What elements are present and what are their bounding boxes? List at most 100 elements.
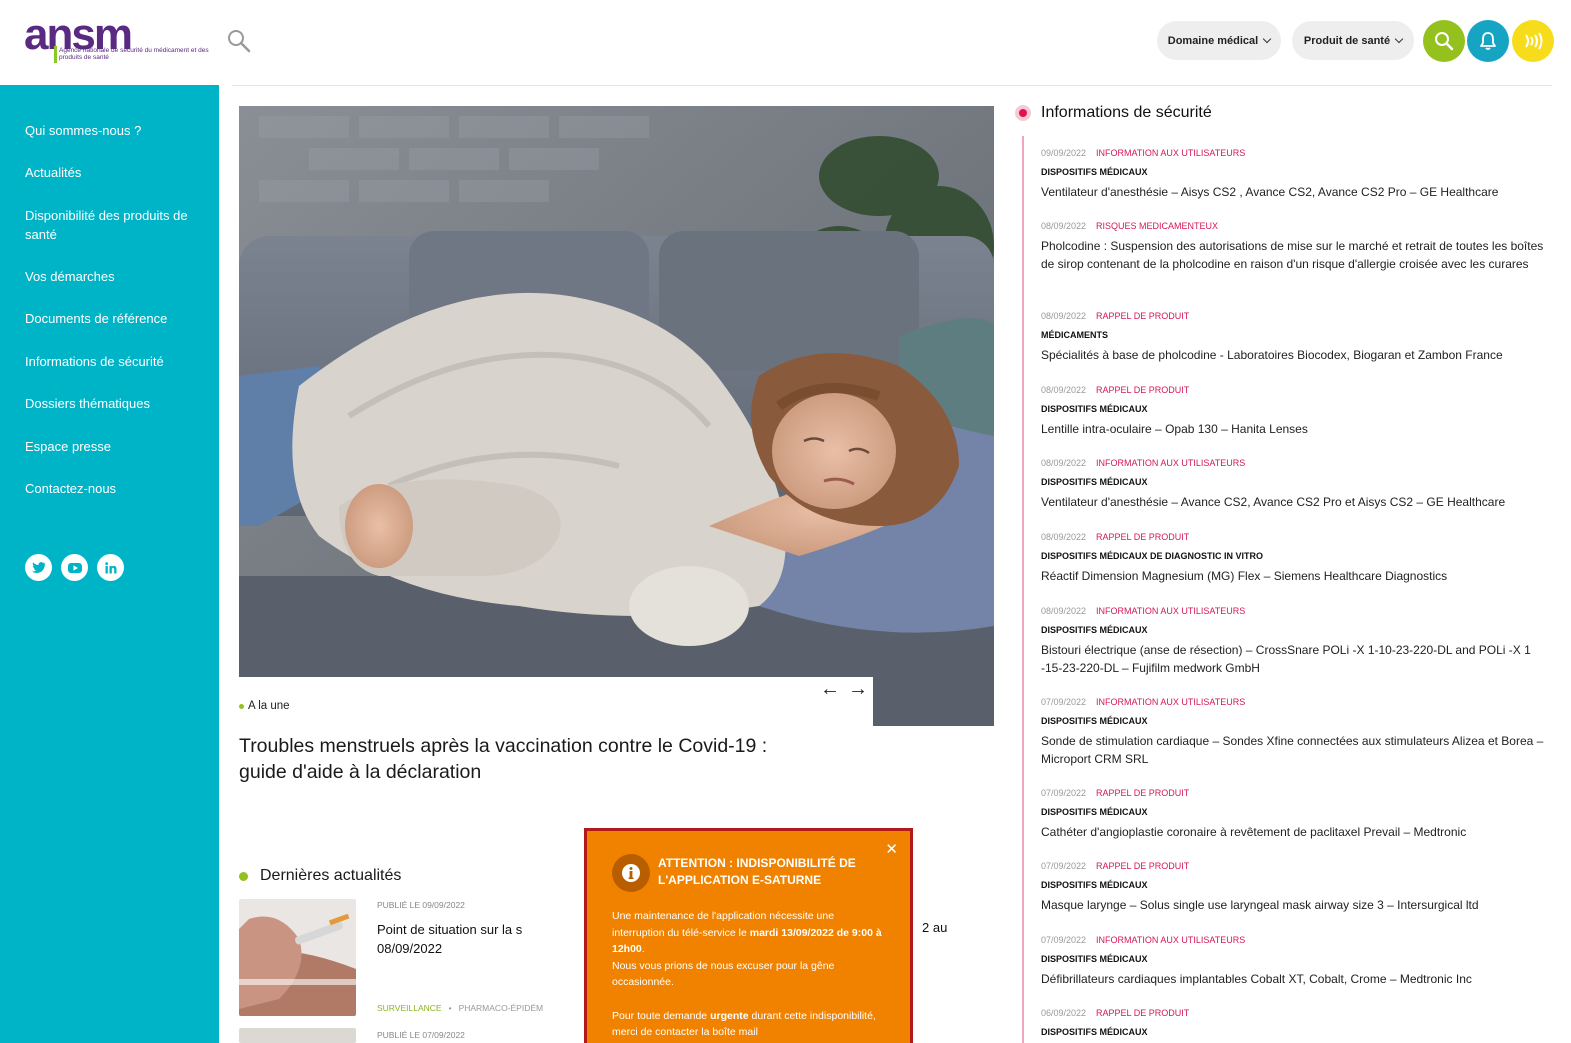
- news-tag-surveillance[interactable]: Surveillance: [377, 1003, 442, 1013]
- security-title[interactable]: Réactif Dimension Magnesium (MG) Flex – …: [1041, 568, 1551, 586]
- security-title[interactable]: Lentille intra-oculaire – Opab 130 – Han…: [1041, 421, 1551, 439]
- security-category[interactable]: Rappel de produit: [1096, 860, 1189, 872]
- search-button[interactable]: [1423, 20, 1465, 62]
- security-category[interactable]: Information aux utilisateurs: [1096, 457, 1245, 469]
- search-icon: [1435, 32, 1454, 51]
- security-item[interactable]: 08/09/2022 Information aux utilisateurs D…: [1041, 457, 1551, 512]
- security-domain: Dispositifs médicaux de diagnostic in vi…: [1041, 551, 1264, 561]
- security-category[interactable]: Rappel de produit: [1096, 310, 1189, 322]
- security-domain: Dispositifs médicaux: [1041, 477, 1148, 487]
- alert-paragraph-2: Nous vous prions de nous excuser pour la…: [612, 959, 835, 989]
- security-category[interactable]: Rappel de produit: [1096, 787, 1189, 799]
- security-item[interactable]: 06/09/2022 Rappel de produit Dispositifs …: [1041, 1007, 1551, 1038]
- sidebar-item-dossiers[interactable]: Dossiers thématiques: [25, 394, 205, 413]
- news-thumbnail[interactable]: [239, 899, 356, 1016]
- linkedin-icon[interactable]: [97, 554, 124, 581]
- site-header: ansm Agence nationale de sécurité du méd…: [0, 0, 1571, 85]
- sidebar-item-actualites[interactable]: Actualités: [25, 163, 205, 182]
- domaine-medical-dropdown[interactable]: Domaine médical: [1157, 21, 1281, 60]
- security-title[interactable]: Pholcodine : Suspension des autorisation…: [1041, 238, 1551, 273]
- produit-de-sante-dropdown[interactable]: Produit de santé: [1292, 21, 1414, 60]
- security-title[interactable]: Masque larynge – Solus single use laryng…: [1041, 897, 1551, 915]
- news-thumbnail[interactable]: [239, 1028, 356, 1043]
- security-category[interactable]: Information aux utilisateurs: [1096, 696, 1245, 708]
- security-date: 08/09/2022: [1041, 606, 1087, 616]
- security-date: 07/09/2022: [1041, 788, 1087, 798]
- bell-icon: [1480, 32, 1496, 50]
- sidebar-item-disponibilite[interactable]: Disponibilité des produits de santé: [25, 206, 205, 244]
- security-item[interactable]: 08/09/2022 Rappel de produit Dispositifs …: [1041, 384, 1551, 439]
- security-domain: Médicaments: [1041, 330, 1108, 340]
- security-item[interactable]: 07/09/2022 Rappel de produit Dispositifs …: [1041, 860, 1551, 915]
- alerts-button[interactable]: [1467, 20, 1509, 62]
- green-bullet-icon: [239, 871, 248, 881]
- security-date: 06/09/2022: [1041, 1008, 1087, 1018]
- hero-article-title[interactable]: Troubles menstruels après la vaccination…: [239, 733, 809, 785]
- news-tag-separator: •: [448, 1003, 452, 1013]
- domaine-medical-label: Domaine médical: [1167, 34, 1259, 47]
- logo-tagline: Agence nationale de sécurité du médicame…: [59, 47, 209, 61]
- security-domain: Dispositifs médicaux: [1041, 880, 1148, 890]
- news-title-right[interactable]: 2 au: [922, 920, 947, 935]
- carousel-prev-arrow[interactable]: ←: [820, 678, 840, 701]
- alert-text-bold: urgente: [710, 1009, 749, 1022]
- security-item[interactable]: 08/09/2022 Risques medicamenteux Pholcodi…: [1041, 220, 1551, 273]
- security-info-heading: Informations de sécurité: [1015, 104, 1212, 122]
- news-date: Publié le 09/09/2022: [377, 900, 465, 910]
- security-date: 08/09/2022: [1041, 458, 1087, 468]
- security-item[interactable]: 07/09/2022 Rappel de produit Dispositifs …: [1041, 787, 1551, 842]
- security-category[interactable]: Rappel de produit: [1096, 1007, 1189, 1019]
- carousel-next-arrow[interactable]: →: [848, 678, 868, 701]
- info-icon: [612, 854, 650, 892]
- security-item[interactable]: 08/09/2022 Information aux utilisateurs D…: [1041, 605, 1551, 677]
- security-item[interactable]: 08/09/2022 Rappel de produit Médicaments …: [1041, 310, 1551, 365]
- sidebar-item-documents[interactable]: Documents de référence: [25, 309, 205, 328]
- accessibility-audio-button[interactable]: [1512, 20, 1554, 62]
- sidebar-item-qui-sommes-nous[interactable]: Qui sommes-nous ?: [25, 121, 205, 140]
- sidebar-item-espace-presse[interactable]: Espace presse: [25, 437, 205, 456]
- security-title[interactable]: Spécialités à base de pholcodine - Labor…: [1041, 347, 1551, 365]
- security-date: 08/09/2022: [1041, 221, 1087, 231]
- news-title[interactable]: Point de situation sur la s 08/09/2022: [377, 920, 537, 958]
- news-tags: Surveillance • Pharmaco-épidém: [377, 1003, 543, 1013]
- sidebar-nav: Qui sommes-nous ? Actualités Disponibili…: [0, 85, 219, 1043]
- chevron-down-icon: [1262, 34, 1272, 43]
- carousel-controls: ← →: [820, 678, 868, 701]
- security-title[interactable]: Bistouri électrique (anse de résection) …: [1041, 642, 1551, 677]
- security-category[interactable]: Rappel de produit: [1096, 531, 1189, 543]
- alert-body: Une maintenance de l'application nécessi…: [612, 908, 887, 1041]
- security-category[interactable]: Rappel de produit: [1096, 384, 1189, 396]
- sidebar-item-contact[interactable]: Contactez-nous: [25, 479, 205, 498]
- security-date: 07/09/2022: [1041, 697, 1087, 707]
- logo-accent-bar: [54, 46, 57, 63]
- security-title[interactable]: Cathéter d'angioplastie coronaire à revê…: [1041, 824, 1551, 842]
- produit-de-sante-label: Produit de santé: [1303, 34, 1391, 47]
- security-title[interactable]: Sonde de stimulation cardiaque – Sondes …: [1041, 733, 1551, 768]
- security-item[interactable]: 07/09/2022 Information aux utilisateurs D…: [1041, 934, 1551, 989]
- ansm-logo[interactable]: ansm Agence nationale de sécurité du méd…: [24, 10, 209, 66]
- youtube-icon[interactable]: [61, 554, 88, 581]
- security-category[interactable]: Information aux utilisateurs: [1096, 605, 1245, 617]
- sidebar-item-informations-securite[interactable]: Informations de sécurité: [25, 352, 205, 371]
- news-tag-pharmaco[interactable]: Pharmaco-épidém: [459, 1003, 544, 1013]
- security-category[interactable]: Risques medicamenteux: [1096, 220, 1218, 232]
- security-title[interactable]: Ventilateur d'anesthésie – Aisys CS2 , A…: [1041, 184, 1551, 202]
- security-item[interactable]: 07/09/2022 Information aux utilisateurs D…: [1041, 696, 1551, 768]
- alert-title: Attention : indisponibilité de l'applica…: [658, 856, 856, 887]
- security-item[interactable]: 08/09/2022 Rappel de produit Dispositifs …: [1041, 531, 1551, 586]
- security-item[interactable]: 09/09/2022 Information aux utilisateurs D…: [1041, 147, 1551, 202]
- security-category[interactable]: Information aux utilisateurs: [1096, 934, 1245, 946]
- security-title[interactable]: Ventilateur d'anesthésie – Avance CS2, A…: [1041, 494, 1551, 512]
- sidebar-item-vos-demarches[interactable]: Vos démarches: [25, 267, 205, 286]
- news-date: Publié le 07/09/2022: [377, 1030, 465, 1040]
- close-icon[interactable]: ✕: [885, 840, 898, 858]
- security-title[interactable]: Défibrillateurs cardiaques implantables …: [1041, 971, 1551, 989]
- security-info-title[interactable]: Informations de sécurité: [1041, 104, 1212, 122]
- twitter-icon[interactable]: [25, 554, 52, 581]
- security-category[interactable]: Information aux utilisateurs: [1096, 147, 1245, 159]
- security-domain: Dispositifs médicaux: [1041, 404, 1148, 414]
- header-divider: [232, 85, 1552, 86]
- security-date: 08/09/2022: [1041, 311, 1087, 321]
- hero-image[interactable]: [239, 106, 994, 726]
- search-icon[interactable]: [226, 28, 252, 54]
